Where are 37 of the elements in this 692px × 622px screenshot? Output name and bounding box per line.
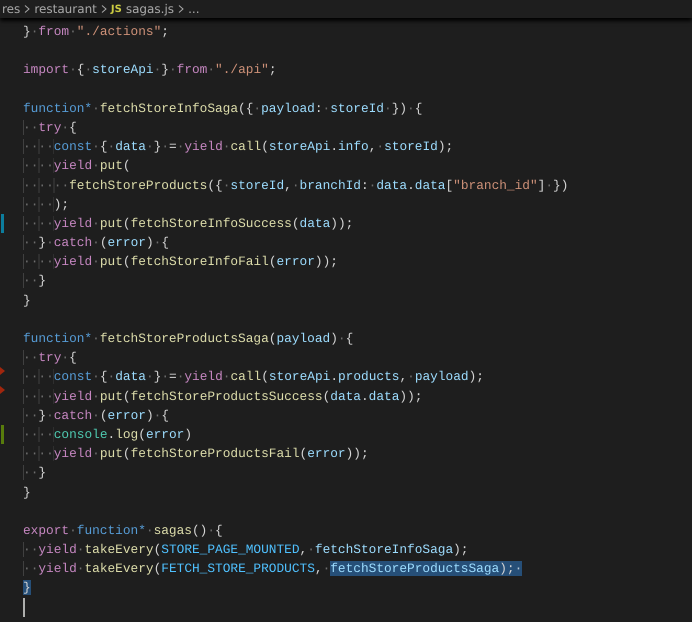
code-line: ··}·catch·(error)·{ <box>23 406 169 425</box>
code-line: ····); <box>23 196 70 214</box>
code-line: ····yield·put(fetchStoreInfoSuccess(data)); <box>23 214 354 233</box>
code-line: export·function*·sagas()·{ <box>23 522 223 540</box>
code-line: ····yield·put(fetchStoreProductsFail(error)); <box>23 445 369 464</box>
code-line: function*·fetchStoreProductsSaga(payload)·{ <box>23 330 354 348</box>
code-line: ····yield·put(fetchStoreProductsSuccess(data.data)); <box>23 388 422 406</box>
breadcrumb-item[interactable]: ... <box>188 2 200 16</box>
code-line: ··try·{ <box>23 349 77 368</box>
code-line: ··yield·takeEvery(STORE_PAGE_MOUNTED,·fetchStoreInfoSaga); <box>23 541 468 560</box>
code-line: function*·fetchStoreInfoSaga({·payload:·storeId·})·{ <box>23 100 422 118</box>
code-line: ··try·{ <box>23 118 77 137</box>
code-line: ····yield·put( <box>23 157 131 176</box>
code-line: ··} <box>23 272 46 290</box>
code-line: }·from·"./actions"; <box>23 23 169 41</box>
code-line: ··} <box>23 464 46 482</box>
code-line: ····yield·put(fetchStoreInfoFail(error)); <box>23 253 338 272</box>
code-line: ····const·{·data·}·=·yield·call(storeApi.products,·payload); <box>23 368 484 386</box>
deleted-line-marker-icon[interactable] <box>0 386 5 394</box>
chevron-icon <box>178 5 184 13</box>
code-line: ····console.log(error) <box>23 426 192 444</box>
change-marker[interactable] <box>1 214 4 234</box>
breadcrumb-item[interactable]: res <box>2 2 20 16</box>
file-type-icon: JS <box>110 4 122 14</box>
breadcrumb-item[interactable]: sagas.js <box>126 2 174 16</box>
change-marker[interactable] <box>1 424 4 444</box>
deleted-line-marker-icon[interactable] <box>0 366 5 375</box>
code-line: ······fetchStoreProducts({·storeId,·branchId:·data.data["branch_id"]·}) <box>23 176 568 194</box>
code-line: ··}·catch·(error)·{ <box>23 234 169 252</box>
code-line: ··yield·takeEvery(FETCH_STORE_PRODUCTS,·fetchStoreProductsSaga);· <box>23 560 522 578</box>
chevron-icon <box>100 5 107 13</box>
code-line: import·{·storeApi·}·from·"./api"; <box>23 61 276 80</box>
code-line: } <box>23 292 31 310</box>
code-line: } <box>23 484 31 502</box>
code-line: ····const·{·data·}·=·yield·call(storeApi.info,·storeId); <box>23 138 454 156</box>
chevron-icon <box>24 5 30 13</box>
breadcrumb-item[interactable]: restaurant <box>34 2 97 16</box>
